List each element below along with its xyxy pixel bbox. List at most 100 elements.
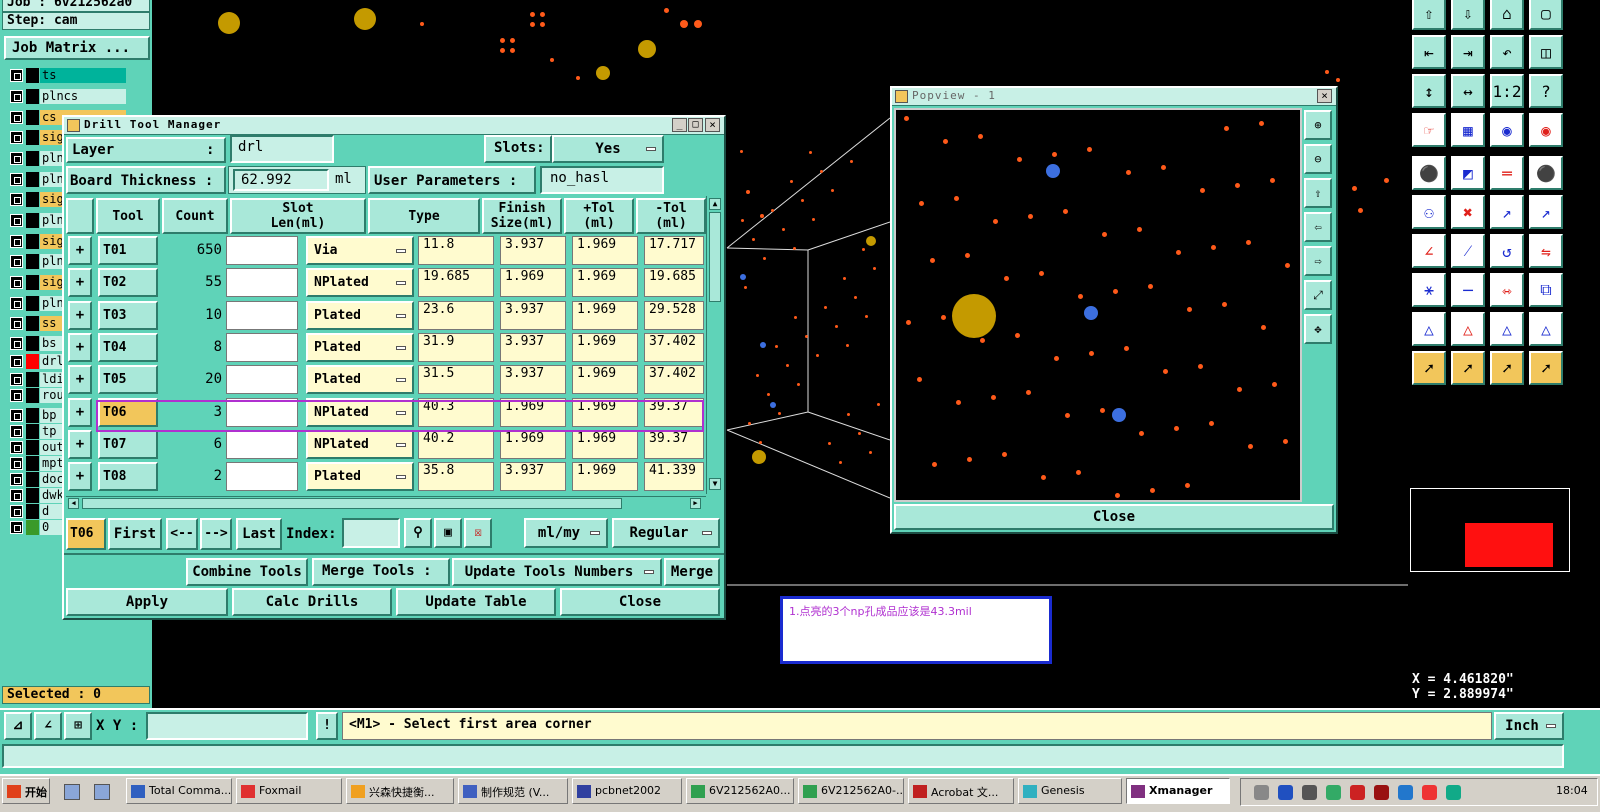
minus-tol-input[interactable]: 1.969 — [572, 365, 638, 395]
polygon-icon[interactable]: △ — [1451, 312, 1485, 346]
layer-checkbox[interactable] — [10, 505, 23, 518]
printer-icon[interactable] — [1326, 785, 1341, 800]
thickness-input[interactable]: 62.992 — [233, 169, 329, 191]
app-tray-icon[interactable] — [1422, 785, 1437, 800]
taskbar-item[interactable]: 兴森快捷衡... — [346, 778, 454, 804]
minus-tol-input[interactable]: 1.969 — [572, 462, 638, 492]
col-header-ptol[interactable]: +Tol (ml) — [564, 198, 634, 234]
minus-tol-input[interactable]: 1.969 — [572, 300, 638, 330]
scroll-left-icon[interactable]: ◀ — [68, 498, 79, 509]
layer-checkbox[interactable] — [10, 355, 23, 368]
grid-toggle-icon[interactable]: ▦ — [1451, 113, 1485, 147]
taskbar-item[interactable]: 制作规范 (V... — [458, 778, 568, 804]
zoom-next-icon[interactable]: ⇥ — [1451, 35, 1485, 69]
col-header-blank[interactable] — [66, 198, 94, 234]
type-select[interactable]: Plated — [306, 300, 414, 330]
drill-size-input[interactable]: 19.685 — [644, 268, 704, 298]
overview-map[interactable] — [1410, 488, 1570, 572]
layer-checkbox[interactable] — [10, 193, 23, 206]
plus-tol-input[interactable]: 3.937 — [500, 236, 566, 265]
plus-tol-input[interactable]: 1.969 — [500, 268, 566, 298]
job-matrix-button[interactable]: Job Matrix ... — [4, 36, 150, 60]
finish-size-input[interactable]: 23.6 — [418, 300, 494, 330]
snap-blue-icon[interactable]: ◉ — [1529, 113, 1563, 147]
ruler-icon[interactable]: ═ — [1490, 156, 1524, 190]
select-route-icon[interactable]: ➚ — [1529, 351, 1563, 385]
layer-checkbox[interactable] — [10, 131, 23, 144]
layer-checkbox[interactable] — [10, 69, 23, 82]
finish-size-input[interactable]: 19.685 — [418, 268, 494, 298]
pan-up-icon[interactable]: ⇧ — [1304, 178, 1332, 208]
connect-icon[interactable]: ⚇ — [1412, 195, 1446, 229]
close-icon[interactable]: × — [705, 118, 720, 132]
layer-checkbox[interactable] — [10, 235, 23, 248]
type-select[interactable]: NPlated — [306, 268, 414, 298]
drill-size-input[interactable]: 37.402 — [644, 332, 704, 362]
layer-input[interactable]: drl — [230, 135, 334, 163]
layer-checkbox[interactable] — [10, 255, 23, 268]
minus-tol-input[interactable]: 1.969 — [572, 236, 638, 265]
arc-icon[interactable]: ↺ — [1490, 234, 1524, 268]
clock[interactable]: 18:04 — [1556, 784, 1588, 797]
minus-tol-input[interactable]: 1.969 — [572, 332, 638, 362]
type-select[interactable]: NPlated — [306, 397, 414, 427]
tool-id[interactable]: T02 — [98, 268, 158, 298]
close-x-icon[interactable] — [1374, 785, 1389, 800]
finish-size-input[interactable]: 31.5 — [418, 365, 494, 395]
combine-tools-button[interactable]: Combine Tools — [186, 558, 308, 586]
start-button[interactable]: 开始 — [2, 778, 50, 804]
drill-size-input[interactable]: 41.339 — [644, 462, 704, 492]
expand-row-button[interactable]: + — [68, 429, 92, 459]
layer-checkbox[interactable] — [10, 389, 23, 402]
layer-checkbox[interactable] — [10, 152, 23, 165]
finish-size-input[interactable]: 35.8 — [418, 462, 494, 492]
layer-checkbox[interactable] — [10, 409, 23, 422]
expand-row-button[interactable]: + — [68, 236, 92, 265]
add-pad-icon[interactable]: ⚫ — [1412, 156, 1446, 190]
minimize-icon[interactable]: _ — [672, 118, 687, 132]
table-hscroll[interactable]: ◀ ▶ — [66, 496, 706, 510]
slot-length-input[interactable] — [226, 429, 298, 459]
taskbar-item[interactable]: Genesis — [1018, 778, 1122, 804]
scroll-thumb[interactable] — [709, 212, 721, 302]
expand-row-button[interactable]: + — [68, 365, 92, 395]
tool-id[interactable]: T03 — [98, 300, 158, 330]
expand-row-button[interactable]: + — [68, 462, 92, 492]
table-vscroll[interactable]: ▲ ▼ — [706, 196, 722, 494]
zoom-in-icon[interactable]: ⊕ — [1304, 110, 1332, 140]
type-select[interactable]: Plated — [306, 332, 414, 362]
plus-tol-input[interactable]: 3.937 — [500, 462, 566, 492]
layer-checkbox[interactable] — [10, 489, 23, 502]
units-select[interactable]: ml/my — [524, 518, 608, 548]
scroll-down-icon[interactable]: ▼ — [709, 478, 721, 490]
tool-id[interactable]: T04 — [98, 332, 158, 362]
alert-icon[interactable]: ! — [316, 712, 338, 740]
plus-tol-input[interactable]: 3.937 — [500, 365, 566, 395]
step-up-icon[interactable]: ⇧ — [1412, 0, 1446, 30]
add-circle-icon[interactable]: ⚫ — [1529, 156, 1563, 190]
finish-size-input[interactable]: 11.8 — [418, 236, 494, 265]
desktop-icon[interactable] — [64, 784, 80, 800]
drill-size-input[interactable]: 37.402 — [644, 365, 704, 395]
taskbar-item[interactable]: Foxmail — [236, 778, 342, 804]
slot-length-input[interactable] — [226, 268, 298, 298]
slot-length-input[interactable] — [226, 365, 298, 395]
col-header-finish[interactable]: Finish Size(ml) — [482, 198, 562, 234]
drill-size-input[interactable]: 39.37 — [644, 429, 704, 459]
tool-id[interactable]: T08 — [98, 462, 158, 492]
help-icon[interactable] — [1278, 785, 1293, 800]
xy-input[interactable] — [146, 712, 308, 740]
finish-size-input[interactable]: 31.9 — [418, 332, 494, 362]
drill-size-input[interactable]: 29.528 — [644, 300, 704, 330]
close-icon[interactable]: × — [1317, 89, 1332, 103]
layer-checkbox[interactable] — [10, 173, 23, 186]
slot-length-input[interactable] — [226, 397, 298, 427]
taskbar-item[interactable]: 6V212562A0-... — [798, 778, 904, 804]
plus-tol-input[interactable]: 3.937 — [500, 300, 566, 330]
expand-row-button[interactable]: + — [68, 268, 92, 298]
pan-left-icon[interactable]: ⇦ — [1304, 212, 1332, 242]
finish-size-input[interactable]: 40.2 — [418, 429, 494, 459]
slot-length-input[interactable] — [226, 332, 298, 362]
tool-id[interactable]: T06 — [98, 397, 158, 427]
select-edit-icon[interactable]: ➚ — [1490, 351, 1524, 385]
